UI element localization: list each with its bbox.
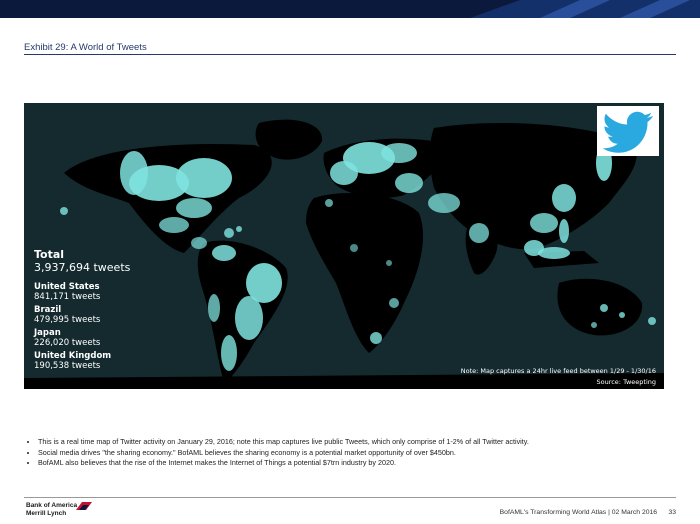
country-value: 190,538 tweets bbox=[34, 361, 101, 371]
bullet-item: Social media drives "the sharing economy… bbox=[38, 448, 529, 459]
report-date: | 02 March 2016 bbox=[608, 509, 658, 516]
footer-divider bbox=[24, 497, 676, 498]
country-name: Japan bbox=[34, 328, 61, 338]
map-source: Source: Tweepting bbox=[596, 378, 656, 386]
top-banner bbox=[0, 0, 700, 18]
twitter-activity-map: Total 3,937,694 tweets United States 841… bbox=[24, 103, 664, 389]
bullet-item: This is a real time map of Twitter activ… bbox=[38, 437, 529, 448]
country-value: 841,171 tweets bbox=[34, 292, 101, 302]
tweet-statistics: Total 3,937,694 tweets United States 841… bbox=[34, 248, 130, 371]
country-value: 479,995 tweets bbox=[34, 315, 101, 325]
country-value: 226,020 tweets bbox=[34, 338, 101, 348]
exhibit-title: Exhibit 29: A World of Tweets bbox=[24, 42, 147, 53]
flag-logo-icon bbox=[76, 502, 92, 510]
total-label: Total bbox=[34, 248, 65, 261]
twitter-bird-icon bbox=[602, 111, 653, 153]
footer-info: BofAML's Transforming World Atlas | 02 M… bbox=[500, 509, 676, 516]
title-divider bbox=[24, 54, 676, 55]
report-title: BofAML's Transforming World Atlas bbox=[499, 509, 607, 516]
map-note-text: Note: Map captures a 24hr live feed betw… bbox=[460, 367, 656, 375]
country-name: Brazil bbox=[34, 305, 62, 315]
bank-logo: Bank of America Merrill Lynch bbox=[26, 502, 77, 517]
logo-line-1: Bank of America bbox=[26, 502, 78, 509]
logo-line-2: Merrill Lynch bbox=[26, 509, 67, 517]
bullet-item: BofAML also believes that the rise of th… bbox=[38, 458, 529, 469]
country-name: United Kingdom bbox=[34, 351, 112, 361]
bullet-list: This is a real time map of Twitter activ… bbox=[24, 437, 529, 469]
twitter-logo bbox=[597, 106, 659, 156]
total-value: 3,937,694 tweets bbox=[34, 261, 131, 274]
page-number: 33 bbox=[668, 509, 676, 516]
map-note: Note: Map captures a 24hr live feed betw… bbox=[461, 366, 656, 388]
country-name: United States bbox=[34, 282, 100, 292]
banner-stripes bbox=[470, 0, 700, 18]
